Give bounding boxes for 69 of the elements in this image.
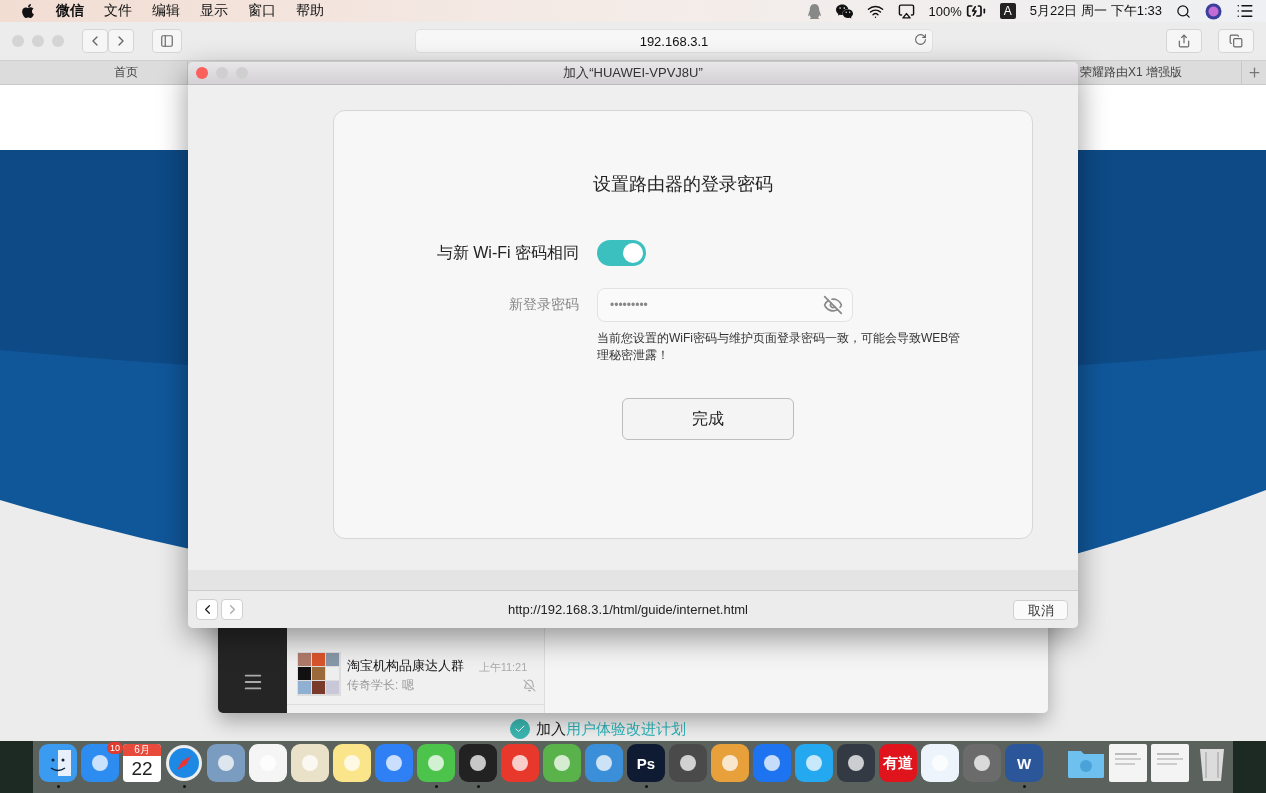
card-heading: 设置路由器的登录密码 <box>593 173 773 196</box>
chat-name: 淘宝机构品康达人群 <box>347 656 465 675</box>
check-icon <box>514 723 526 735</box>
menu-item[interactable]: 微信 <box>56 2 84 20</box>
penguin-icon[interactable] <box>806 3 822 19</box>
cancel-button[interactable]: 取消 <box>1013 599 1068 620</box>
reload-icon[interactable] <box>914 33 927 46</box>
done-button[interactable]: 完成 <box>621 398 794 440</box>
sidebar-button[interactable] <box>152 29 182 53</box>
airplay-icon[interactable] <box>897 2 915 20</box>
document-thumbnail-icon[interactable] <box>1109 744 1147 782</box>
chat-item[interactable]: 淘宝机构品康达人群 上午11:21 传奇学长: 嗯 <box>287 648 544 705</box>
app-icon[interactable] <box>417 744 455 782</box>
input-source-indicator[interactable]: A <box>999 3 1016 19</box>
app-icon[interactable] <box>543 744 581 782</box>
menu-item[interactable]: 帮助 <box>296 2 324 20</box>
app-icon[interactable] <box>459 744 497 782</box>
app-icon[interactable] <box>795 744 833 782</box>
finder-icon[interactable] <box>39 744 77 782</box>
menu-item[interactable]: 窗口 <box>248 2 276 20</box>
app-icon[interactable] <box>249 744 287 782</box>
calendar-icon[interactable]: 6月 22 <box>123 744 161 782</box>
app-icon[interactable] <box>921 744 959 782</box>
app-icon[interactable] <box>963 744 1001 782</box>
address-bar[interactable]: 192.168.3.1 <box>415 29 933 53</box>
app-icon[interactable]: W <box>1005 744 1043 782</box>
app-icon[interactable] <box>837 744 875 782</box>
app-icon[interactable] <box>207 744 245 782</box>
app-icon[interactable] <box>375 744 413 782</box>
search-icon[interactable] <box>1176 3 1191 19</box>
tabs-icon <box>1229 34 1243 48</box>
sidebar-icon <box>160 34 174 48</box>
document-thumbnail-icon[interactable] <box>1151 744 1189 782</box>
app-icon[interactable] <box>333 744 371 782</box>
field-label: 新登录密码 <box>508 296 579 314</box>
checkbox[interactable] <box>510 719 530 739</box>
app-icon[interactable] <box>501 744 539 782</box>
app-icon[interactable] <box>81 744 119 782</box>
chat-time: 上午11:21 <box>478 659 529 675</box>
app-icon[interactable] <box>291 744 329 782</box>
chat-bubbles-icon[interactable] <box>835 2 853 20</box>
app-icon[interactable] <box>711 744 749 782</box>
app-icon[interactable] <box>585 744 623 782</box>
back-button[interactable] <box>196 599 218 620</box>
app-icon[interactable]: Ps <box>627 744 665 782</box>
menu-item[interactable]: 文件 <box>104 2 132 20</box>
share-button[interactable] <box>1166 29 1202 53</box>
window-title: 加入“HUAWEI-VPVJ8U” <box>562 64 704 82</box>
apple-icon[interactable] <box>20 3 36 19</box>
warning-text: 当前您设置的WiFi密码与维护页面登录密码一致，可能会导致WEB管理秘密泄露！ <box>597 330 962 364</box>
page-url: http://192.168.3.1/html/guide/internet.html <box>507 602 749 617</box>
share-icon <box>1177 34 1191 48</box>
app-icon[interactable] <box>753 744 791 782</box>
chat-preview: 传奇学长: 嗯 <box>347 676 415 694</box>
app-icon[interactable]: 有道 <box>879 744 917 782</box>
menu-item[interactable]: 显示 <box>200 2 228 20</box>
battery-percentage: 100% <box>928 3 962 19</box>
toggle-label: 与新 Wi-Fi 密码相同 <box>435 242 579 263</box>
menu-item[interactable]: 编辑 <box>152 2 180 20</box>
siri-icon[interactable] <box>1205 2 1222 20</box>
compass-icon[interactable] <box>165 744 203 782</box>
list-icon[interactable] <box>1236 2 1254 20</box>
app-icon[interactable] <box>669 744 707 782</box>
clock[interactable]: 5月22日 周一 下午1:33 <box>1029 2 1162 20</box>
tabs-button[interactable] <box>1218 29 1254 53</box>
notification-badge: 10 <box>107 742 123 754</box>
consent-text: 加入用户体验改进计划 <box>536 719 686 739</box>
toggle-switch[interactable] <box>597 240 646 266</box>
eye-off-icon[interactable] <box>823 295 843 315</box>
